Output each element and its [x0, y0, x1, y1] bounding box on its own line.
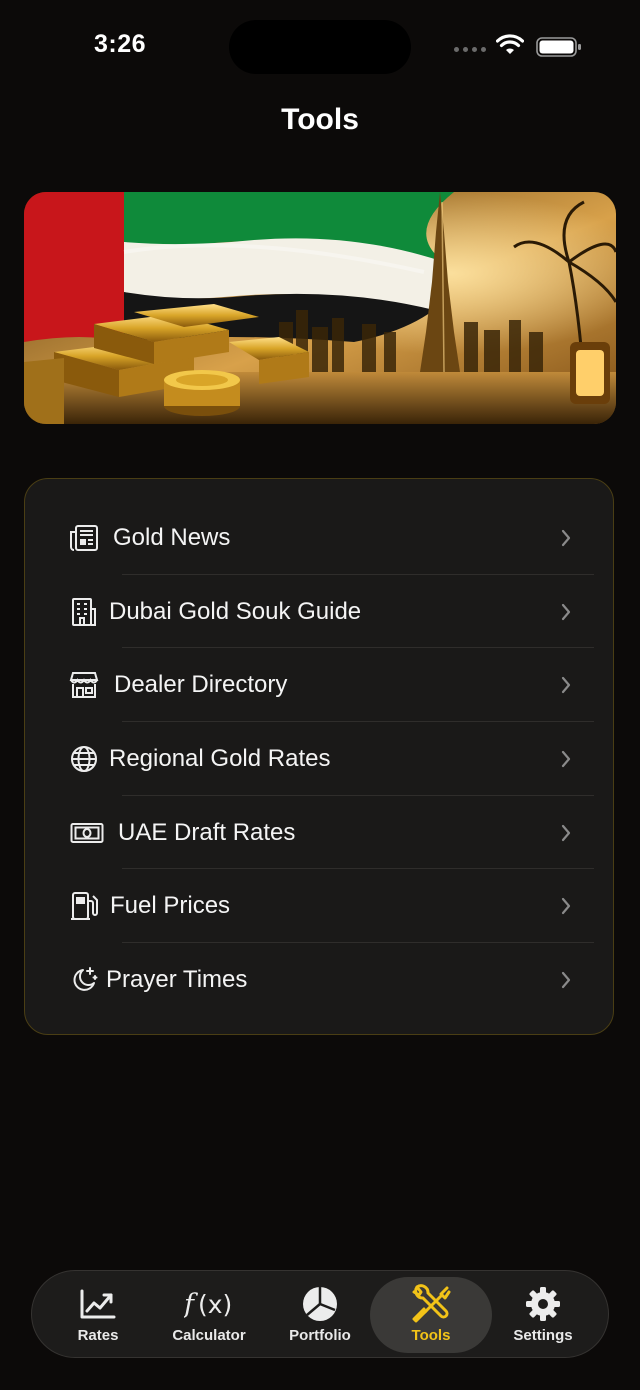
newspaper-icon [69, 523, 99, 553]
banknote-icon [70, 818, 104, 848]
tab-rates[interactable]: Rates [42, 1271, 154, 1357]
globe-icon [69, 744, 99, 774]
chevron-right-icon [561, 750, 571, 767]
cellular-signal-icon [454, 47, 486, 52]
menu-item-dealer-directory[interactable]: Dealer Directory [25, 648, 615, 721]
wrench-screwdriver-icon [370, 1284, 492, 1323]
svg-text:ƒ: ƒ [184, 1289, 198, 1320]
tab-calculator[interactable]: ƒ (x) Calculator [153, 1271, 265, 1357]
menu-item-uae-draft-rates[interactable]: UAE Draft Rates [25, 796, 615, 869]
tab-label: Tools [411, 1327, 451, 1344]
menu-item-regional-gold-rates[interactable]: Regional Gold Rates [25, 722, 615, 795]
chevron-right-icon [561, 603, 571, 620]
tab-bar: Rates ƒ (x) Calculator Portfolio Tools S… [31, 1270, 609, 1358]
menu-item-label: Fuel Prices [110, 891, 231, 919]
function-icon: ƒ (x) [153, 1286, 265, 1322]
svg-text:(x): (x) [198, 1290, 232, 1319]
menu-item-label: Regional Gold Rates [109, 744, 331, 772]
menu-item-label: Prayer Times [106, 965, 248, 993]
storefront-icon [69, 670, 99, 700]
tab-tools[interactable]: Tools [370, 1277, 492, 1353]
chevron-right-icon [561, 676, 571, 693]
moon-stars-icon [69, 965, 99, 995]
status-time: 3:26 [94, 30, 147, 58]
chevron-right-icon [561, 897, 571, 914]
tab-label: Portfolio [289, 1327, 351, 1344]
battery-icon [536, 37, 581, 57]
tab-label: Rates [77, 1327, 119, 1344]
menu-item-label: Gold News [113, 523, 231, 551]
chevron-right-icon [561, 824, 571, 841]
menu-item-gold-news[interactable]: Gold News [25, 501, 615, 574]
menu-item-label: Dubai Gold Souk Guide [109, 597, 362, 625]
tab-portfolio[interactable]: Portfolio [264, 1271, 376, 1357]
fuel-pump-icon [69, 891, 99, 921]
menu-item-dubai-gold-souk-guide[interactable]: Dubai Gold Souk Guide [25, 575, 615, 648]
chevron-right-icon [561, 971, 571, 988]
building-icon [69, 597, 99, 627]
gear-icon [487, 1286, 599, 1322]
page-title: Tools [281, 103, 359, 136]
menu-item-label: Dealer Directory [114, 670, 288, 698]
tab-settings[interactable]: Settings [487, 1271, 599, 1357]
tab-label: Calculator [172, 1327, 246, 1344]
menu-item-label: UAE Draft Rates [118, 818, 296, 846]
tools-menu-card: Gold News Dubai Gold Souk Guide Dealer D… [24, 478, 614, 1035]
pie-chart-icon [264, 1286, 376, 1322]
chart-line-icon [42, 1286, 154, 1322]
menu-item-prayer-times[interactable]: Prayer Times [25, 943, 615, 1016]
tab-label: Settings [513, 1327, 573, 1344]
status-bar: 3:26 [0, 0, 640, 96]
wifi-icon [496, 34, 524, 54]
dynamic-island [229, 20, 411, 74]
hero-banner-image [24, 192, 616, 424]
chevron-right-icon [561, 529, 571, 546]
menu-item-fuel-prices[interactable]: Fuel Prices [25, 869, 615, 942]
